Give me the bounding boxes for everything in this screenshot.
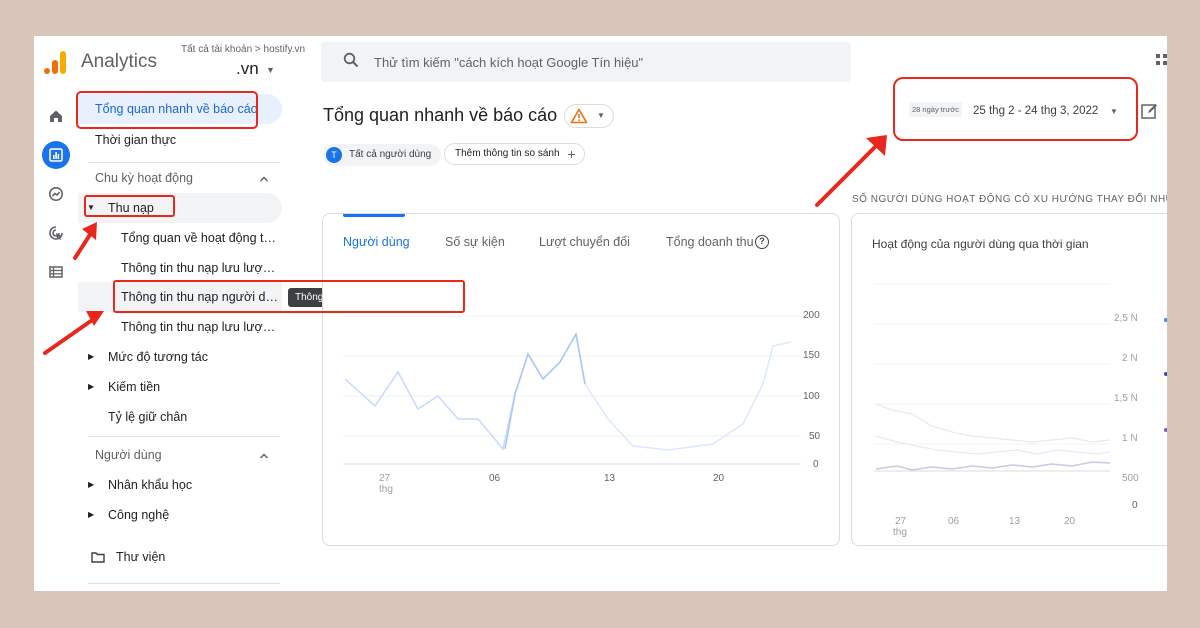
annotation-arrows (43, 135, 887, 355)
